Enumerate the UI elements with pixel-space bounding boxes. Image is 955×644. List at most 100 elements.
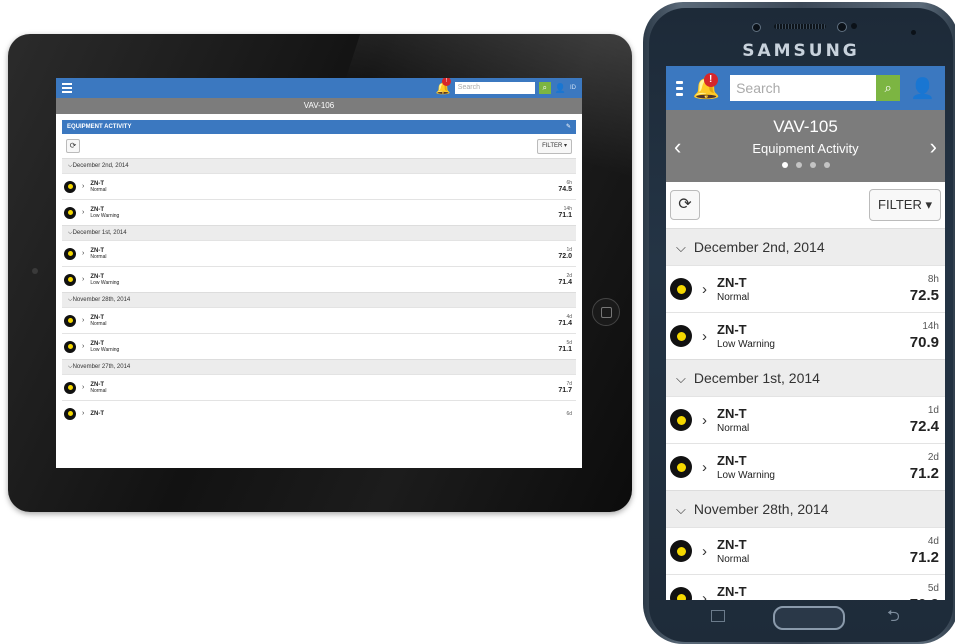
tablet-activity-card: EQUIPMENT ACTIVITY ✎ ⟳ FILTER ▾ ⌵Decembe… [62, 120, 576, 426]
activity-row[interactable]: › ZN-T Normal 1d 72.0 [62, 240, 576, 266]
phone-menu-key[interactable] [711, 610, 725, 622]
activity-row[interactable]: › ZN-T Normal 7d 71.7 [62, 374, 576, 400]
tablet-search-input[interactable]: Search [454, 82, 535, 94]
point-status: Normal [717, 554, 750, 565]
point-value: 71.1 [558, 212, 572, 219]
page-dot[interactable] [809, 162, 816, 168]
date-group-label: December 1st, 2014 [72, 230, 127, 236]
chevron-right-icon[interactable]: › [82, 209, 84, 216]
activity-row[interactable]: › ZN-T Low Warning 14h 71.1 [62, 199, 576, 225]
chevron-right-icon[interactable]: › [82, 183, 84, 190]
point-status: Normal [90, 387, 107, 394]
point-name: ZN-T [717, 275, 747, 290]
phone-filter-button[interactable]: FILTER ▾ [869, 189, 941, 221]
edit-icon[interactable]: ✎ [566, 120, 571, 134]
alarm-bell-icon [670, 278, 692, 300]
chevron-right-icon[interactable]: › [82, 384, 84, 391]
date-group-header[interactable]: ⌵December 1st, 2014 [666, 359, 945, 396]
activity-row[interactable]: › ZN-T Normal 4d 71.4 [62, 307, 576, 333]
activity-text: ZN-T Normal [90, 315, 106, 327]
activity-row[interactable]: › ZN-T Normal 8h 72.5 [666, 265, 945, 312]
activity-age: 8h [927, 274, 939, 285]
point-value: 72.0 [558, 253, 572, 260]
phone-search-icon[interactable]: ⌕ [876, 75, 901, 101]
alarm-bell-icon [670, 409, 692, 431]
chevron-down-icon: ⌵ [676, 240, 686, 255]
point-value: 71.1 [558, 346, 572, 353]
page-dot[interactable] [823, 162, 830, 168]
point-name: ZN-T [717, 537, 747, 552]
chevron-right-icon[interactable]: › [702, 412, 707, 429]
phone-screen: 🔔 ! Search ⌕ 👤 ‹ VAV-105 Equipment Activ… [666, 66, 945, 600]
chevron-right-icon[interactable]: › [702, 328, 707, 345]
activity-age: 5d [927, 583, 939, 594]
chevron-right-icon[interactable]: › [702, 281, 707, 298]
chevron-right-icon[interactable]: › [702, 543, 707, 560]
date-group-header[interactable]: ⌵December 2nd, 2014 [62, 158, 576, 173]
activity-meta: 6h 74.5 [558, 180, 576, 193]
date-group-header[interactable]: ⌵November 27th, 2014 [62, 359, 576, 374]
activity-text: ZN-T Normal [90, 181, 106, 193]
phone-user-icon[interactable]: 👤 [910, 76, 935, 101]
tablet-refresh-button[interactable]: ⟳ [66, 139, 80, 153]
phone-page-header: ‹ VAV-105 Equipment Activity › [666, 110, 945, 182]
phone-topbar: 🔔 ! Search ⌕ 👤 [666, 66, 945, 110]
page-dot[interactable] [795, 162, 802, 168]
chevron-right-icon[interactable]: › [82, 343, 84, 350]
phone-brand-logo: SAMSUNG [742, 41, 860, 61]
chevron-right-icon[interactable]: › [82, 250, 84, 257]
activity-row[interactable]: › ZN-T Low Warning 5d 71.1 [62, 333, 576, 359]
chevron-down-icon: ⌵ [676, 371, 686, 386]
tablet-device: 🔔 ! Search ⌕ 👤 ID VAV-106 EQUIPMENT ACTI… [8, 34, 632, 512]
chevron-right-icon[interactable]: › [82, 276, 84, 283]
chevron-right-icon[interactable]: › [930, 134, 937, 160]
phone-led [911, 30, 916, 35]
tablet-search-icon[interactable]: ⌕ [538, 82, 551, 94]
chevron-left-icon[interactable]: ‹ [674, 134, 681, 160]
phone-page-indicator [666, 156, 945, 168]
activity-row[interactable]: › ZN-T Normal 4d 71.2 [666, 527, 945, 574]
chevron-right-icon[interactable]: › [82, 410, 84, 417]
tablet-user-icon[interactable]: 👤 [555, 83, 566, 94]
phone-sensor-2 [851, 23, 857, 29]
phone-bell-icon[interactable]: 🔔 ! [693, 73, 720, 99]
activity-meta: 8h 72.5 [910, 274, 945, 304]
activity-row[interactable]: › ZN-T Normal 1d 72.4 [666, 396, 945, 443]
tablet-menu-icon[interactable] [62, 83, 72, 93]
activity-meta: 2d 71.4 [558, 273, 576, 286]
page-dot-active[interactable] [781, 162, 788, 168]
phone-menu-icon[interactable] [676, 80, 683, 96]
activity-age: 14h [922, 321, 939, 332]
activity-meta: 14h 70.9 [910, 321, 945, 351]
activity-meta: 7d 71.7 [558, 381, 576, 394]
phone-back-key[interactable]: ⮌ [887, 605, 900, 632]
point-name: ZN-T [717, 322, 747, 337]
point-name: ZN-T [90, 410, 105, 417]
chevron-right-icon[interactable]: › [702, 459, 707, 476]
activity-row[interactable]: › ZN-T Normal 6h 74.5 [62, 173, 576, 199]
tablet-notification-badge: ! [441, 78, 451, 86]
activity-row[interactable]: › ZN-T Low Warning 2d 71.2 [666, 443, 945, 490]
phone-home-button[interactable] [773, 606, 845, 630]
phone-refresh-button[interactable]: ⟳ [670, 190, 700, 220]
phone-hardware-buttons: ⮌ [649, 594, 953, 642]
alarm-bell-icon [670, 325, 692, 347]
date-group-header[interactable]: ⌵December 2nd, 2014 [666, 228, 945, 265]
date-group-header[interactable]: ⌵December 1st, 2014 [62, 225, 576, 240]
tablet-user-label[interactable]: ID [570, 85, 576, 91]
activity-row[interactable]: › ZN-T 6d [62, 400, 576, 426]
date-group-header[interactable]: ⌵November 28th, 2014 [62, 292, 576, 307]
date-group-header[interactable]: ⌵November 28th, 2014 [666, 490, 945, 527]
activity-row[interactable]: › ZN-T Low Warning 14h 70.9 [666, 312, 945, 359]
phone-search-input[interactable]: Search [730, 75, 877, 101]
phone-face: SAMSUNG 🔔 ! Search ⌕ 👤 ‹ VAV-105 Equipme… [649, 8, 953, 642]
tablet-home-button[interactable] [592, 298, 620, 326]
activity-text: ZN-TLow Warning [90, 274, 119, 286]
activity-row[interactable]: › ZN-T Low Warning 2d 71.4 [62, 266, 576, 292]
chevron-right-icon[interactable]: › [82, 317, 84, 324]
point-status: Low Warning [90, 212, 120, 219]
alarm-bell-icon [64, 407, 76, 420]
point-value: 71.2 [909, 549, 939, 566]
tablet-filter-button[interactable]: FILTER ▾ [537, 138, 572, 154]
tablet-bell-icon[interactable]: 🔔 ! [436, 78, 451, 94]
